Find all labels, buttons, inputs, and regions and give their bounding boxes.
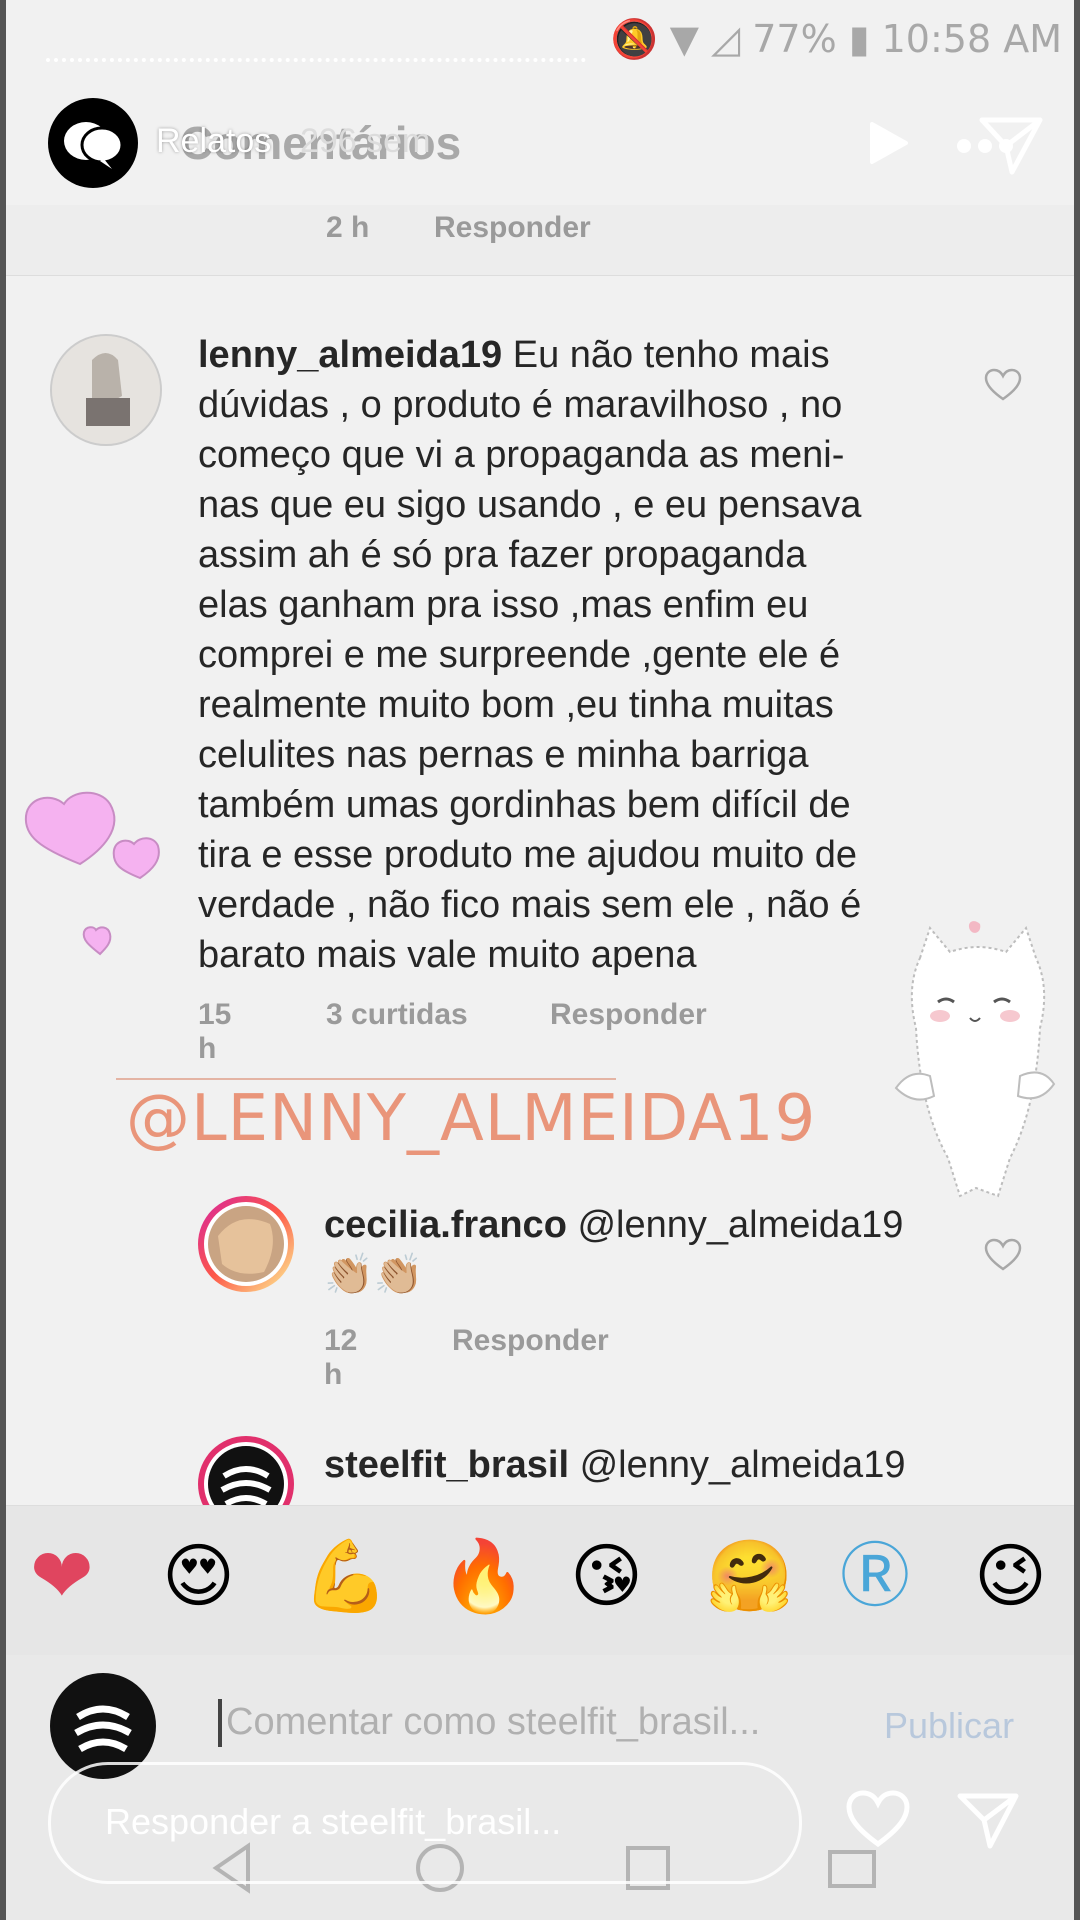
clock: 10:58 AM [881,17,1062,61]
comment-line: tira e esse produto me ajudou muito de [198,834,858,876]
mute-icon: 🔕 [610,16,658,61]
kiss-emoji-button[interactable]: 😘 [570,1536,643,1616]
like-heart-icon[interactable] [984,368,1022,402]
wifi-icon: ▼ [669,17,699,61]
comment-line: nas que eu sigo usando , e eu pensava [198,484,862,526]
send-icon[interactable] [978,112,1044,178]
reply-button[interactable]: Responder [452,1324,609,1358]
comment-mention[interactable]: @lenny_almeida19 [580,1444,906,1486]
story-time: 296 sem [300,122,431,160]
previous-comment-meta: 2 h Responder [0,205,1080,276]
flexed-biceps-emoji-button[interactable]: 💪 [302,1536,389,1616]
share-send-icon[interactable] [956,1790,1020,1850]
fire-emoji-button[interactable]: 🔥 [440,1536,527,1616]
reply-comment-body: steelfit_brasil @lenny_almeida19 [324,1440,984,1490]
mention-sticker-text: @LENNY_ALMEIDA19 [126,1082,817,1156]
avatar-photo [204,1202,288,1286]
heart-emoji-button[interactable]: ❤ [30,1536,94,1616]
battery-icon: ▮ [848,17,870,61]
hearts-sticker [24,791,160,956]
story-header: Comentários Relatos 296 sem [0,90,1080,200]
comment-time: 12 h [324,1324,358,1391]
status-bar: 🔕 ▼ ◿ 77% ▮ 10:58 AM [610,16,1062,62]
reply-comment-body: cecilia.franco @lenny_almeida19 👏🏼👏🏼 [324,1200,984,1300]
hugging-emoji-button[interactable]: 🤗 [706,1536,793,1616]
comment-time: 15 h [198,998,232,1065]
comment-line: lenny_almeida19 Eu não tenho mais [198,334,830,376]
avatar-photo [52,336,160,444]
story-reply-placeholder: Responder a steelfit_brasil... [105,1801,562,1842]
publish-button[interactable]: Publicar [884,1705,1014,1747]
story-progress-bar [46,58,586,62]
avatar[interactable] [50,334,162,446]
story-reply-input[interactable]: Responder a steelfit_brasil... [48,1762,802,1884]
comment-line: dúvidas , o produto é maravilhoso , no [198,384,843,426]
mention-sticker[interactable]: @LENNY_ALMEIDA19 [116,1078,815,1170]
wink-emoji-button[interactable]: 😉 [974,1536,1047,1616]
comment-username[interactable]: cecilia.franco [324,1204,567,1246]
like-story-heart-icon[interactable] [846,1790,910,1848]
registered-emoji-button[interactable]: Ⓡ [840,1536,910,1616]
comment-line: elas ganham pra isso ,mas enfim eu [198,584,809,626]
signal-icon: ◿ [711,17,741,61]
comment-line: também umas gordinhas bem difícil de [198,784,851,826]
reply-button[interactable]: Responder [434,211,591,245]
likes-count[interactable]: 3 curtidas [326,998,468,1032]
comment-line: começo que vi a propaganda as meni- [198,434,845,476]
comment-line: assim ah é só pra fazer propaganda [198,534,807,576]
avatar[interactable] [198,1196,294,1292]
comment-line: realmente muito bom ,eu tinha muitas [198,684,834,726]
story-avatar[interactable] [48,98,138,188]
story-screen: 🔕 ▼ ◿ 77% ▮ 10:58 AM Comentários Relatos… [0,0,1080,1920]
battery-level: 77% [752,17,837,61]
frame-edge-right [1074,0,1080,1920]
comment-line: verdade , não fico mais sem ele , não é [198,884,862,926]
like-heart-icon[interactable] [984,1238,1022,1272]
emoji-reaction-bar: ❤ 😍 💪 🔥 😘 🤗 Ⓡ 😉 [0,1505,1080,1656]
text-cursor [218,1699,222,1747]
comment-username[interactable]: lenny_almeida19 [198,334,502,376]
story-username[interactable]: Relatos [156,122,271,161]
cat-sticker [894,921,1056,1198]
comment-emoji: 👏🏼👏🏼 [324,1252,424,1298]
comment-line: barato mais vale muito apena [198,934,697,976]
comment-line: celulites nas pernas e minha barriga [198,734,809,776]
frame-edge-left [0,0,6,1920]
comment-username[interactable]: steelfit_brasil [324,1444,569,1486]
chat-bubbles-icon [64,122,124,169]
comment-mention[interactable]: @lenny_almeida19 [577,1204,903,1246]
comment-body: lenny_almeida19 Eu não tenho mais dúvida… [198,330,978,980]
comment-input[interactable]: Comentar como steelfit_brasil... [226,1701,760,1744]
play-icon[interactable] [868,120,910,166]
comment-line: comprei e me surpreende ,gente ele é [198,634,841,676]
heart-eyes-emoji-button[interactable]: 😍 [162,1536,235,1616]
reply-button[interactable]: Responder [550,998,707,1032]
comment-time: 2 h [326,211,370,244]
